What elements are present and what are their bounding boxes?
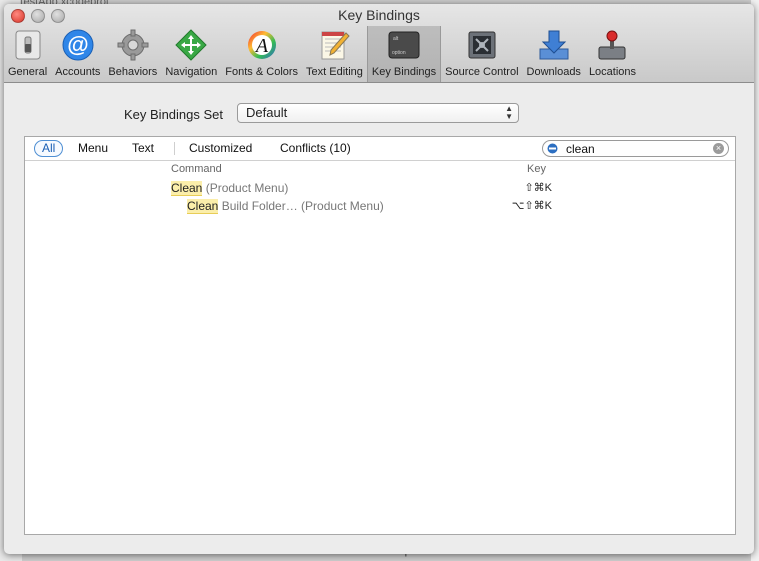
filter-bar: All Menu Text Customized Conflicts (10) … [25,137,735,161]
general-switch-icon [11,28,45,62]
command-menu: Build Folder… (Product Menu) [218,199,384,213]
toolbar-general[interactable]: General [4,26,51,82]
bindings-panel: All Menu Text Customized Conflicts (10) … [24,136,736,535]
window-title: Key Bindings [338,7,420,23]
toolbar-fonts-colors[interactable]: A Fonts & Colors [221,26,302,82]
toolbar-behaviors[interactable]: Behaviors [104,26,161,82]
key-bindings-set-value: Default [246,105,288,120]
preferences-window: Key Bindings General @ Accounts Behavior… [4,4,754,554]
table-row[interactable]: Clean Build Folder… (Product Menu) ⌥⇧⌘K [25,199,735,217]
toolbar-text-editing[interactable]: Text Editing [302,26,367,82]
toolbar-general-label: General [8,66,48,78]
at-sign-icon: @ [61,28,95,62]
toolbar-text-editing-label: Text Editing [306,66,363,78]
titlebar: Key Bindings General @ Accounts Behavior… [4,4,754,83]
toolbar-fonts-colors-label: Fonts & Colors [225,66,299,78]
clear-search-icon[interactable]: × [713,143,724,154]
key-bindings-pane: Key Bindings Set Default ▲ ▼ All Menu Tex… [4,83,754,554]
filter-conflicts[interactable]: Conflicts (10) [280,141,351,155]
toolbar-navigation-label: Navigation [165,66,218,78]
search-field[interactable]: × [542,140,729,157]
command-cell: Clean (Product Menu) [171,181,289,196]
toolbar-accounts-label: Accounts [55,66,101,78]
popup-arrows-icon: ▲ ▼ [505,104,513,121]
command-menu: (Product Menu) [202,181,289,195]
search-match: Clean [187,199,219,214]
search-match: Clean [171,181,203,196]
table-row[interactable]: Clean (Product Menu) ⇧⌘K [25,181,735,199]
filter-separator [174,142,175,155]
toolbar-locations-label: Locations [588,66,637,78]
command-cell: Clean Build Folder… (Product Menu) [187,199,384,214]
source-control-icon [465,28,499,62]
gear-icon [116,28,150,62]
option-key-icon: alt option [387,28,421,62]
filter-customized[interactable]: Customized [189,141,252,155]
toolbar-downloads[interactable]: Downloads [523,26,585,82]
notepad-pencil-icon [317,28,351,62]
toolbar-key-bindings-label: Key Bindings [371,66,437,78]
svg-text:option: option [392,50,406,56]
key-bindings-set-popup[interactable]: Default ▲ ▼ [237,103,519,123]
navigation-arrows-icon [174,28,208,62]
filter-menu[interactable]: Menu [78,141,108,155]
filter-text[interactable]: Text [132,141,154,155]
svg-text:alt: alt [393,36,399,42]
svg-text:@: @ [67,32,88,57]
preferences-toolbar: General @ Accounts Behaviors Navigation [4,26,640,82]
toolbar-source-control-label: Source Control [445,66,519,78]
toolbar-downloads-label: Downloads [526,66,581,78]
joystick-icon [595,28,629,62]
search-input[interactable] [566,142,706,155]
download-tray-icon [537,28,571,62]
svg-text:A: A [254,35,269,57]
toolbar-behaviors-label: Behaviors [108,66,158,78]
column-header-key: Key [527,163,546,175]
toolbar-key-bindings[interactable]: alt option Key Bindings [366,26,442,82]
key-cell[interactable]: ⇧⌘K [524,181,552,194]
key-bindings-set-label: Key Bindings Set [124,107,224,122]
toolbar-navigation[interactable]: Navigation [161,26,221,82]
key-cell[interactable]: ⌥⇧⌘K [512,199,552,212]
toolbar-source-control[interactable]: Source Control [441,26,522,82]
filter-all[interactable]: All [34,140,64,157]
column-header-command: Command [171,163,222,175]
toolbar-locations[interactable]: Locations [585,26,640,82]
search-icon [547,143,558,154]
toolbar-accounts[interactable]: @ Accounts [51,26,104,82]
font-a-icon: A [245,28,279,62]
